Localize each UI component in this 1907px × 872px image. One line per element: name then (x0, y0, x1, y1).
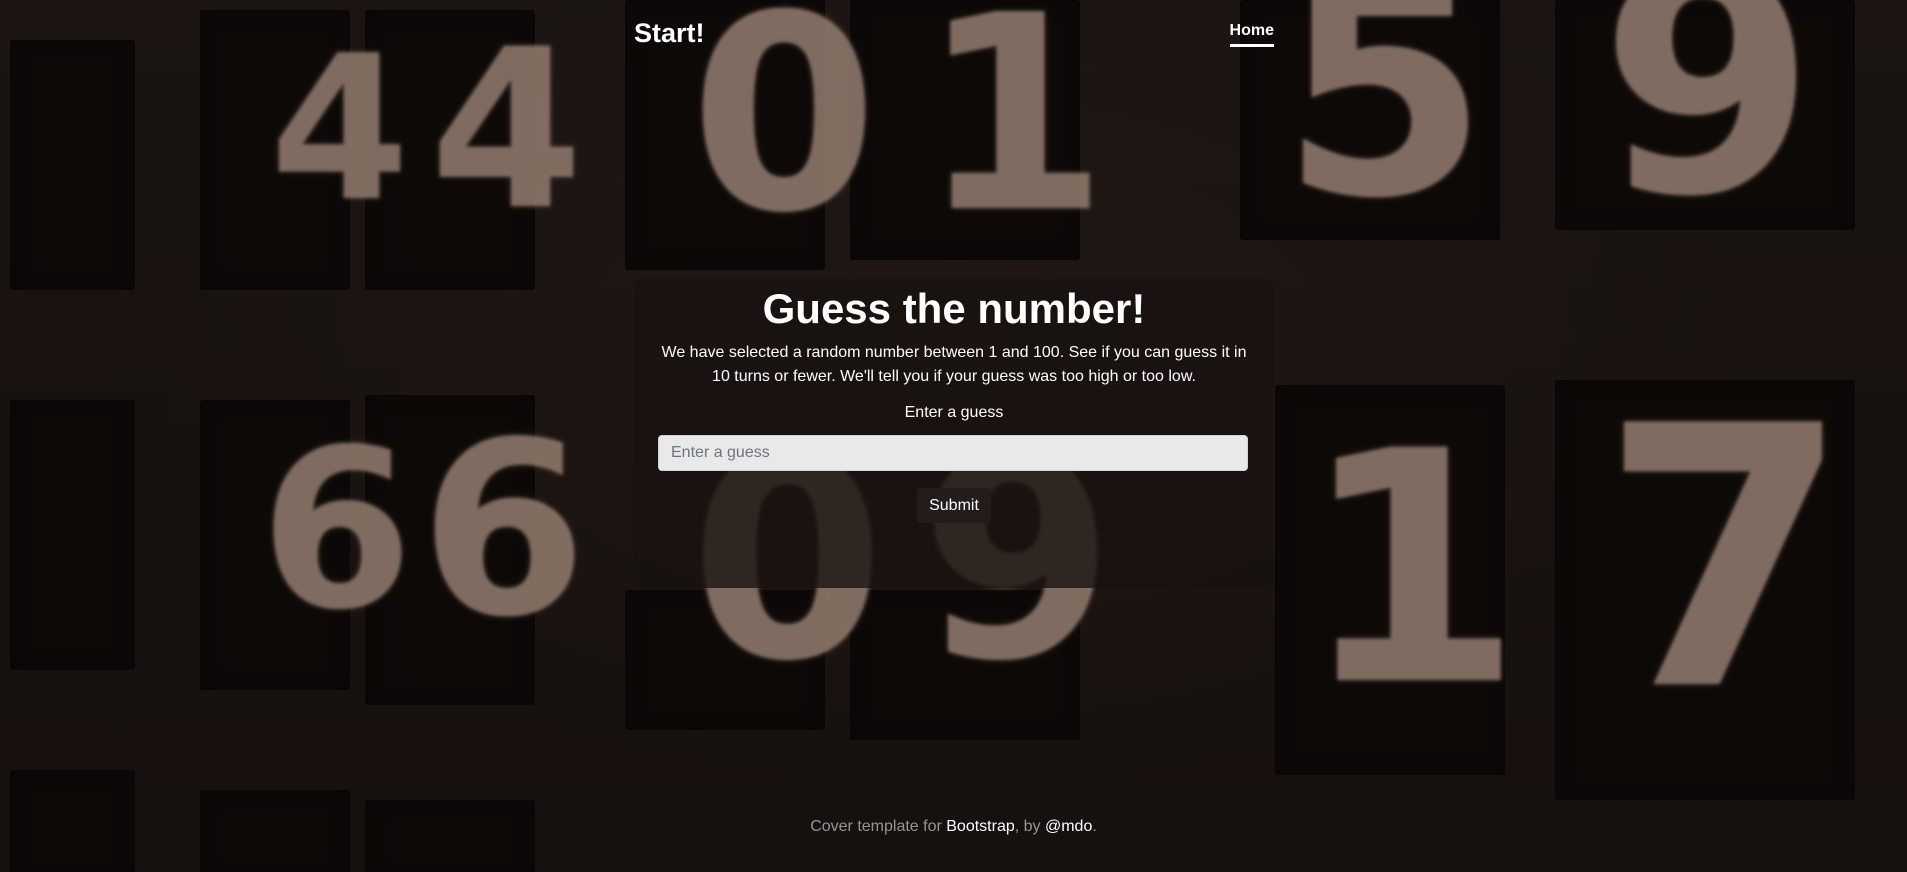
page-title: Guess the number! (762, 285, 1146, 332)
game-description: We have selected a random number between… (661, 344, 1247, 385)
footer: Cover template for Bootstrap, by @mdo. (0, 818, 1907, 836)
footer-link-mdo[interactable]: @mdo (1045, 818, 1092, 835)
footer-link-bootstrap[interactable]: Bootstrap (946, 818, 1014, 835)
nav-link-home[interactable]: Home (1229, 22, 1274, 47)
footer-prefix: Cover template for (810, 818, 947, 835)
guess-input[interactable] (658, 435, 1248, 471)
guess-card: Guess the number! We have selected a ran… (634, 279, 1274, 588)
masthead: Start! Home (634, 18, 1274, 58)
submit-button[interactable]: Submit (917, 488, 991, 523)
guess-label: Enter a guess (904, 404, 1004, 421)
brand-title: Start! (634, 18, 705, 48)
footer-middle: , by (1014, 818, 1045, 835)
footer-suffix: . (1092, 818, 1097, 835)
